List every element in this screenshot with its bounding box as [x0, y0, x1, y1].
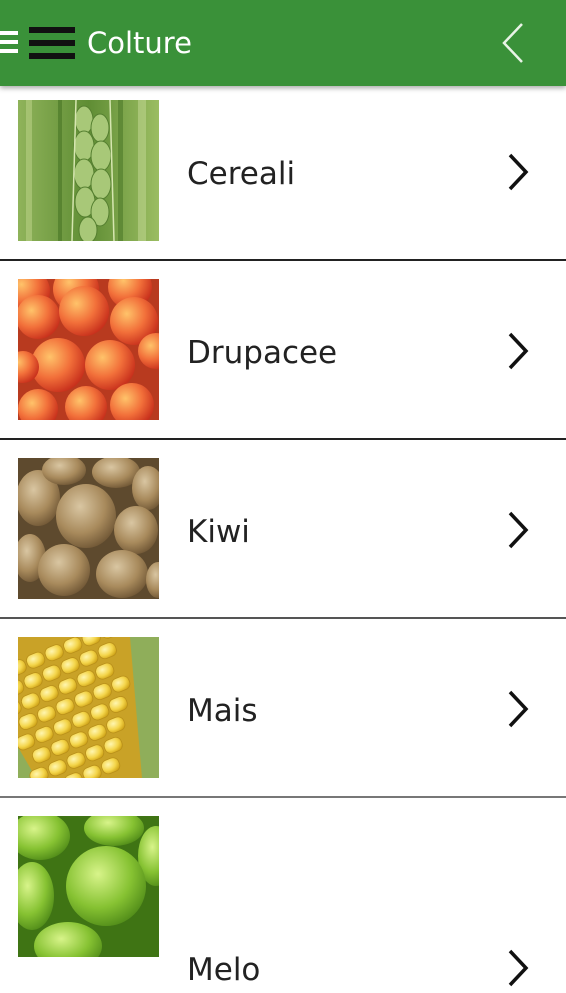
chevron-right-icon: [505, 331, 531, 371]
list-item-label: Drupacee: [187, 335, 338, 371]
chevron-right-icon: [505, 948, 531, 988]
divider: [0, 796, 566, 798]
drawer-menu-icon[interactable]: [29, 27, 75, 59]
wheat-image: [18, 100, 159, 241]
divider: [0, 617, 566, 619]
divider: [0, 438, 566, 440]
divider: [0, 259, 566, 261]
corn-image: [18, 637, 159, 778]
list-item-label: Melo: [187, 952, 261, 988]
page-title: Colture: [87, 26, 192, 60]
app-bar: Colture: [0, 0, 566, 86]
chevron-left-icon[interactable]: [494, 20, 534, 66]
kiwi-image: [18, 458, 159, 599]
list-item-melo[interactable]: Melo: [0, 802, 566, 988]
list-item-drupacee[interactable]: Drupacee: [0, 265, 566, 440]
peaches-image: [18, 279, 159, 420]
list-item-label: Cereali: [187, 156, 296, 192]
list-item-mais[interactable]: Mais: [0, 623, 566, 798]
apples-image: [18, 816, 159, 957]
list-item-label: Mais: [187, 693, 258, 729]
chevron-right-icon: [505, 510, 531, 550]
chevron-right-icon: [505, 152, 531, 192]
list-item-cereali[interactable]: Cereali: [0, 86, 566, 261]
menu-icon[interactable]: [0, 31, 18, 55]
list-item-kiwi[interactable]: Kiwi: [0, 444, 566, 619]
chevron-right-icon: [505, 689, 531, 729]
list-item-label: Kiwi: [187, 514, 250, 550]
